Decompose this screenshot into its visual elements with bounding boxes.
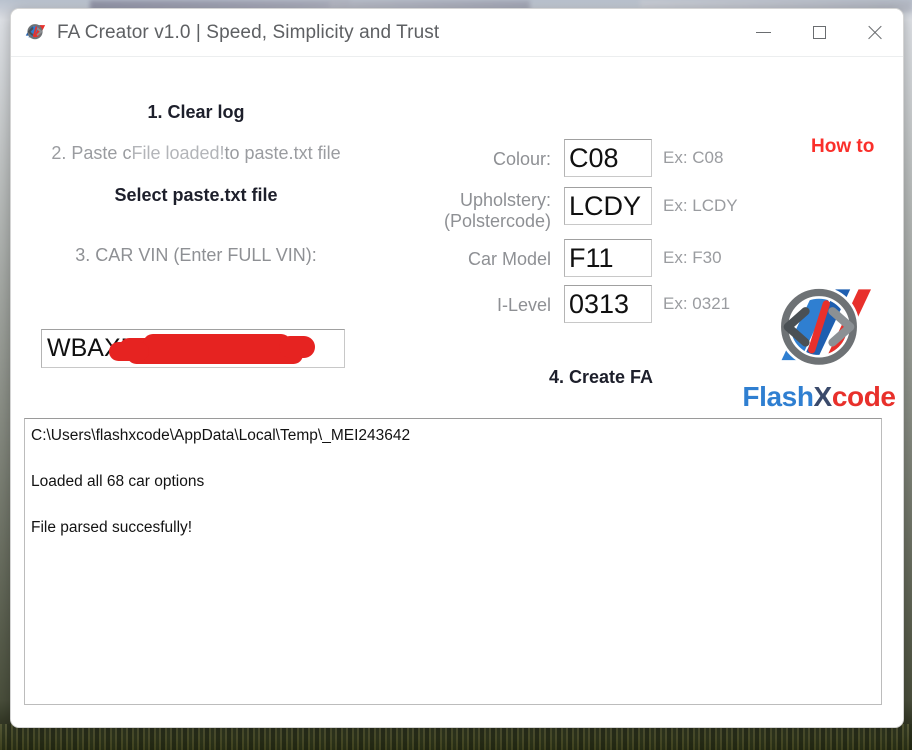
- car-model-field-row: Car Model Ex: F30: [401, 239, 761, 279]
- log-console[interactable]: C:\Users\flashxcode\AppData\Local\Temp\_…: [24, 418, 882, 705]
- paste-instruction-row: 2. Paste cFile loaded!to paste.txt file: [11, 143, 381, 164]
- brand-logo: FlashXcode: [729, 279, 903, 419]
- clear-log-button[interactable]: 1. Clear log: [11, 102, 381, 123]
- colour-hint: Ex: C08: [663, 148, 724, 167]
- log-line: Loaded all 68 car options: [31, 473, 205, 490]
- select-paste-file-button[interactable]: Select paste.txt file: [11, 185, 381, 206]
- brand-name-code: code: [831, 381, 896, 412]
- flashxcode-logo-icon: [24, 22, 46, 44]
- file-loaded-badge: File loaded!: [131, 143, 225, 163]
- brand-wordmark: FlashXcode: [729, 381, 903, 413]
- car-model-input[interactable]: [564, 239, 652, 277]
- colour-input[interactable]: [564, 139, 652, 177]
- paste-instruction-prefix: 2. Paste c: [51, 143, 132, 163]
- i-level-input[interactable]: [564, 285, 652, 323]
- log-line: C:\Users\flashxcode\AppData\Local\Temp\_…: [31, 427, 411, 444]
- brand-name-x: X: [813, 381, 833, 412]
- window-controls: [735, 9, 903, 56]
- window-title: FA Creator v1.0 | Speed, Simplicity and …: [57, 21, 440, 43]
- minimize-icon: [755, 32, 771, 33]
- car-model-hint: Ex: F30: [663, 248, 722, 267]
- minimize-button[interactable]: [735, 9, 791, 56]
- vin-label: 3. CAR VIN (Enter FULL VIN):: [75, 245, 317, 265]
- log-line: File parsed succesfully!: [31, 519, 193, 536]
- app-content: 1. Clear log 2. Paste cFile loaded!to pa…: [11, 57, 903, 727]
- maximize-button[interactable]: [791, 9, 847, 56]
- i-level-hint: Ex: 0321: [663, 294, 731, 313]
- close-button[interactable]: [847, 9, 903, 56]
- upholstery-label-line2: (Polstercode): [443, 211, 551, 231]
- colour-label: Colour:: [492, 149, 551, 169]
- car-model-label: Car Model: [467, 249, 551, 269]
- upholstery-label: Upholstery: (Polstercode): [401, 190, 551, 232]
- close-icon: [866, 24, 884, 42]
- vin-input-wrapper: [41, 329, 345, 368]
- upholstery-hint: Ex: LCDY: [663, 196, 738, 215]
- brand-name-flash: Flash: [742, 381, 814, 412]
- maximize-icon: [812, 26, 826, 39]
- application-window: FA Creator v1.0 | Speed, Simplicity and …: [10, 8, 904, 728]
- paste-instruction-suffix: to paste.txt file: [224, 143, 341, 163]
- create-fa-button[interactable]: 4. Create FA: [451, 367, 751, 388]
- vin-input[interactable]: [41, 329, 345, 368]
- upholstery-input[interactable]: [564, 187, 652, 225]
- code-brackets-circle-icon: [767, 279, 871, 383]
- upholstery-field-row: Upholstery: (Polstercode) Ex: LCDY: [401, 187, 761, 231]
- title-bar[interactable]: FA Creator v1.0 | Speed, Simplicity and …: [11, 9, 903, 57]
- i-level-field-row: I-Level Ex: 0321: [401, 285, 761, 325]
- how-to-link[interactable]: How to: [811, 136, 874, 158]
- i-level-label: I-Level: [496, 295, 551, 315]
- colour-field-row: Colour: Ex: C08: [401, 139, 761, 179]
- upholstery-label-line1: Upholstery:: [459, 190, 551, 210]
